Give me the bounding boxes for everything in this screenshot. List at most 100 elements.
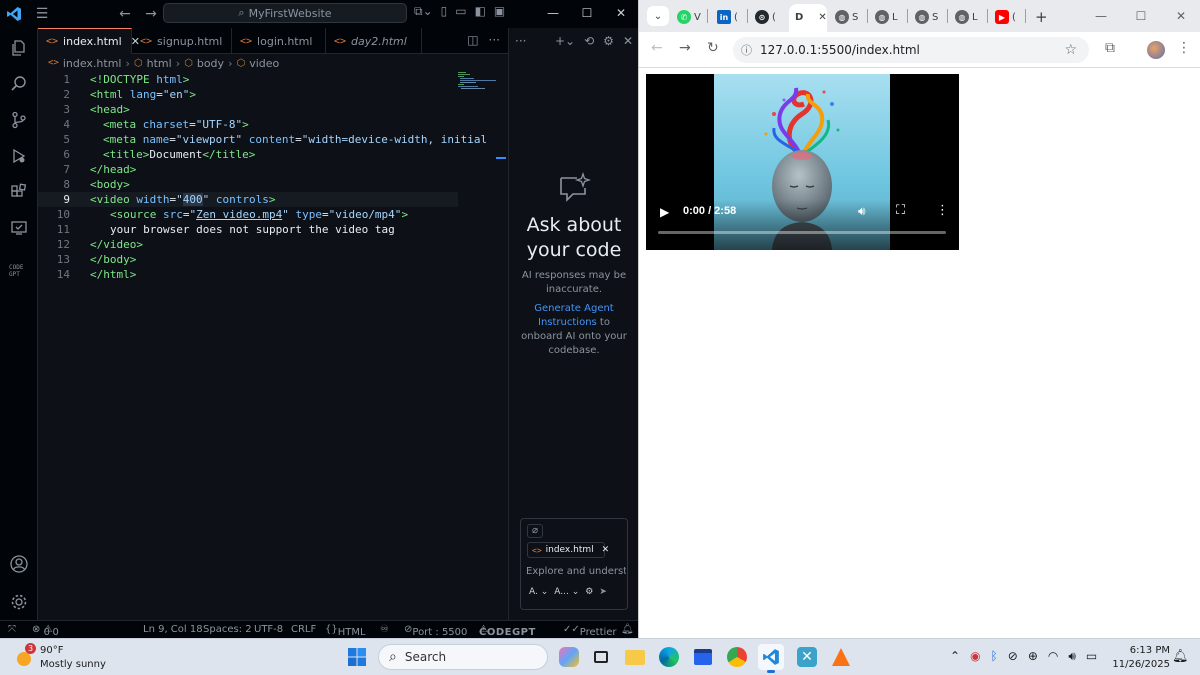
chrome-tab-whatsapp[interactable]: ✆ V (677, 8, 701, 26)
chrome-tab-github[interactable]: ⊙( (755, 8, 776, 26)
cursor-position[interactable]: Ln 9, Col 18 (143, 624, 203, 635)
chrome-tab-4[interactable]: ◍ S (835, 8, 858, 26)
app-icon[interactable]: ✕ (794, 644, 820, 670)
maximize-icon[interactable]: ☐ (1121, 0, 1161, 32)
copilot-app-icon[interactable] (556, 644, 582, 670)
close-icon[interactable]: ✕ (623, 34, 633, 48)
explorer-icon[interactable] (0, 30, 38, 66)
split-editor-icon[interactable]: ◫ (467, 33, 478, 47)
remote-explorer-icon[interactable] (0, 210, 38, 246)
breadcrumb-file[interactable]: index.html (63, 57, 122, 70)
volume-icon[interactable]: 🔊︎ (1068, 649, 1076, 664)
search-icon[interactable] (0, 66, 38, 102)
new-tab-button[interactable]: + (1035, 8, 1048, 26)
fullscreen-icon[interactable]: ⛶ (896, 203, 905, 218)
model-dropdown[interactable]: A... ⌄ (554, 587, 579, 597)
clock[interactable]: 6:13 PM 11/26/2025 (1110, 644, 1170, 672)
chevron-up-icon[interactable]: ⌃ (950, 649, 960, 664)
tools-icon[interactable]: ⚙ (585, 587, 593, 597)
site-info-icon[interactable]: ⓘ (741, 42, 752, 58)
wifi-icon[interactable]: ◠ (1048, 649, 1058, 664)
chat-input-field[interactable]: Explore and understa (526, 566, 626, 577)
app-tray-icon[interactable]: ◉ (970, 649, 980, 664)
vscode-taskbar-icon[interactable] (758, 644, 784, 673)
breadcrumb-html[interactable]: html (147, 57, 172, 70)
store-icon[interactable] (690, 644, 716, 670)
extensions-icon[interactable] (0, 174, 38, 210)
context-chip[interactable]: <> index.html ✕ (527, 542, 609, 558)
chrome-tab-linkedin[interactable]: in( (717, 8, 738, 26)
problems-indicator[interactable]: ⊗ 0 ⚠ 0 (32, 624, 59, 638)
minimize-icon[interactable]: — (536, 0, 570, 28)
extensions-icon[interactable]: ⧉ (1105, 40, 1115, 56)
notification-bell-icon[interactable]: 🔔︎ (1172, 649, 1189, 664)
copilot-icon[interactable]: ♾ (380, 624, 389, 635)
encoding[interactable]: UTF-8 (254, 624, 283, 635)
attach-icon[interactable]: ⌀ (527, 524, 543, 538)
profile-avatar[interactable] (1147, 41, 1165, 59)
tab-day2-html[interactable]: <> day2.html (326, 28, 422, 54)
prettier-status[interactable]: ✓✓ Prettier (563, 624, 617, 638)
tab-search-button[interactable]: ⌄ (647, 6, 669, 26)
customize-layout-icon[interactable]: ▣ (494, 4, 505, 19)
chat-input-box[interactable]: ⌀ <> index.html ✕ Explore and understa A… (520, 518, 628, 610)
toggle-panel-icon[interactable]: ▭ (455, 4, 466, 19)
codegpt-icon[interactable]: CODE GPT (0, 252, 38, 288)
battery-icon[interactable]: ▭ (1086, 649, 1097, 664)
reload-icon[interactable]: ↻ (707, 40, 719, 56)
language-mode[interactable]: {} HTML (325, 624, 366, 638)
more-icon[interactable]: ··· (515, 34, 526, 48)
taskbar-search[interactable]: ⌕ Search (378, 644, 548, 670)
chrome-tab-active-content[interactable]: D ✕ (795, 8, 827, 26)
copilot-icon[interactable]: ⧉⌄ (414, 4, 433, 19)
new-chat-icon[interactable]: +⌄ (555, 34, 575, 48)
chrome-menu-icon[interactable]: ⋮ (1177, 40, 1191, 56)
back-arrow-icon[interactable]: ← (651, 40, 663, 56)
file-explorer-icon[interactable] (622, 644, 648, 670)
forward-arrow-icon[interactable]: → (138, 6, 164, 22)
send-icon[interactable]: ➤ (599, 587, 607, 597)
toggle-sidebar-icon[interactable]: ▯ (441, 4, 448, 19)
task-view-icon[interactable] (588, 644, 614, 670)
minimap[interactable] (456, 72, 496, 92)
play-icon[interactable]: ▶ (660, 205, 669, 219)
minimize-icon[interactable]: — (1081, 0, 1121, 32)
command-center-search[interactable]: ⌕ MyFirstWebsite (163, 3, 407, 23)
edge-icon[interactable] (656, 644, 682, 670)
video-progress-bar[interactable] (658, 231, 946, 234)
tab-index-html[interactable]: <> index.html ✕ (38, 28, 140, 54)
forward-arrow-icon[interactable]: → (679, 40, 691, 56)
history-icon[interactable]: ⟲ (584, 34, 594, 48)
account-icon[interactable] (0, 546, 38, 582)
chrome-tab-6[interactable]: ◍ S (915, 8, 938, 26)
breadcrumb-video[interactable]: video (249, 57, 279, 70)
video-menu-icon[interactable]: ⋮ (936, 203, 949, 218)
settings-gear-icon[interactable] (0, 584, 38, 620)
close-tab-icon[interactable]: ✕ (818, 12, 826, 23)
address-bar[interactable]: ⓘ 127.0.0.1:5500/index.html ☆ (733, 37, 1089, 63)
maximize-icon[interactable]: ☐ (570, 0, 604, 28)
url-text[interactable]: 127.0.0.1:5500/index.html (760, 43, 920, 57)
codegpt-status[interactable]: CODEGPT ⚠ (479, 624, 535, 638)
volume-icon[interactable]: 🔊︎ (858, 204, 866, 219)
chrome-icon[interactable] (724, 644, 750, 670)
close-icon[interactable]: ✕ (1161, 0, 1200, 32)
tab-signup-html[interactable]: <> signup.html (132, 28, 232, 54)
source-control-icon[interactable] (0, 102, 38, 138)
start-button[interactable] (344, 644, 370, 670)
more-actions-icon[interactable]: ··· (489, 33, 500, 47)
chrome-tab-5[interactable]: ◍ L (875, 8, 898, 26)
code-editor[interactable]: 1 <!DOCTYPE html> 2 <html lang="en"> 3 <hea… (38, 72, 508, 620)
vlc-icon[interactable] (828, 644, 854, 670)
network-off-icon[interactable]: ⊘ (1008, 649, 1018, 664)
bookmark-star-icon[interactable]: ☆ (1064, 42, 1077, 58)
breadcrumb-body[interactable]: body (197, 57, 224, 70)
agent-mode-dropdown[interactable]: A. ⌄ (529, 587, 548, 597)
close-icon[interactable]: ✕ (604, 0, 638, 28)
settings-gear-icon[interactable]: ⚙ (603, 34, 614, 48)
chrome-tab-7[interactable]: ◍ L (955, 8, 978, 26)
menu-icon[interactable]: ☰ (28, 6, 56, 22)
chrome-tab-youtube[interactable]: ▶( (995, 8, 1016, 26)
remote-icon[interactable]: ⤧ (8, 624, 16, 635)
end-of-line[interactable]: CRLF (291, 624, 316, 635)
